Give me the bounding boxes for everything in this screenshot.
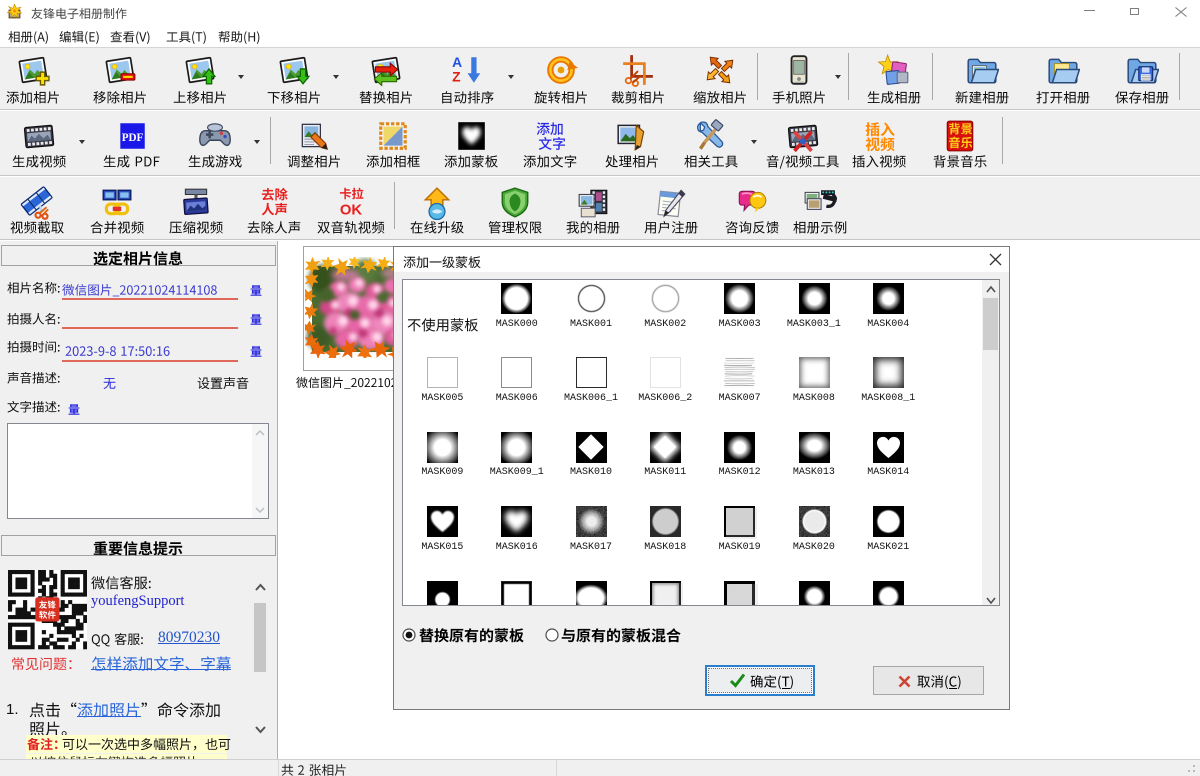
svg-text:OK: OK — [340, 203, 363, 219]
svg-text:Z: Z — [452, 69, 461, 85]
svg-text:A: A — [452, 54, 462, 70]
svg-text:PDF: PDF — [122, 132, 144, 144]
